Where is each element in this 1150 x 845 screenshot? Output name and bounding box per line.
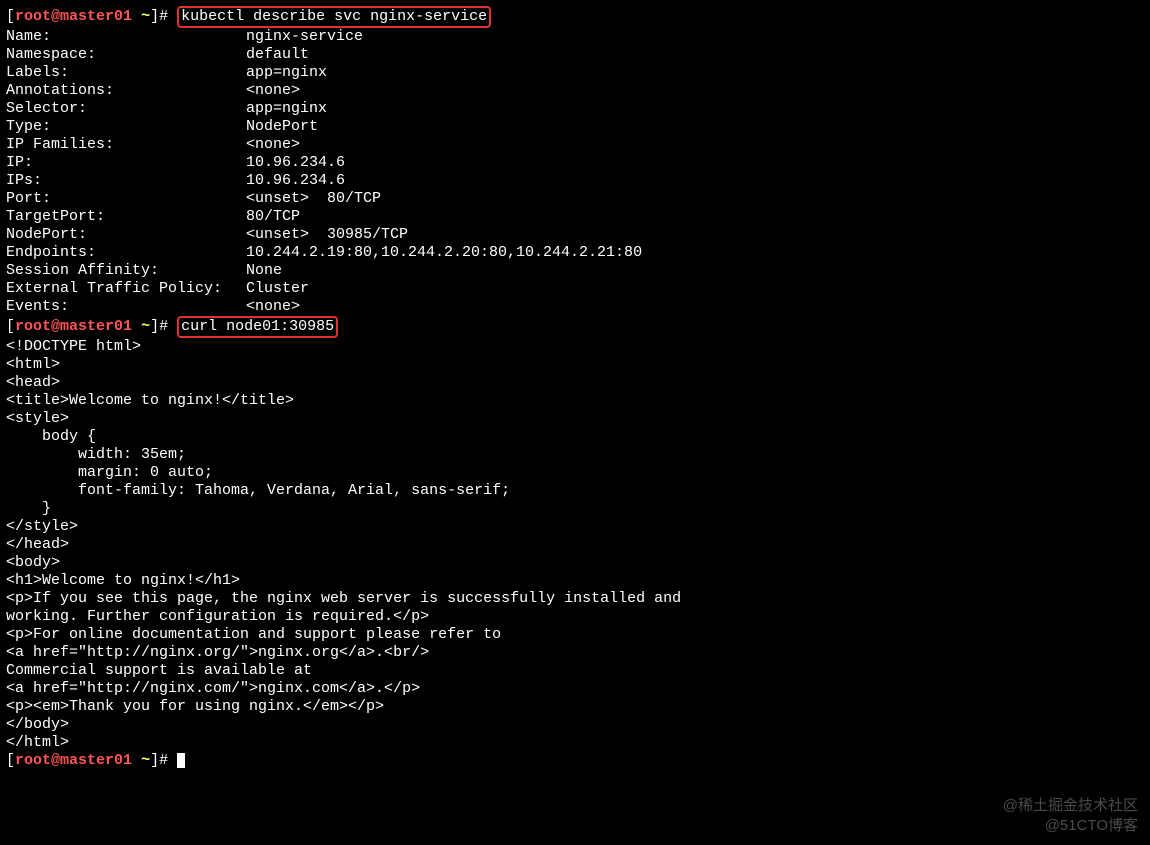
watermark: @稀土掘金技术社区 @51CTO博客 [1003,796,1138,835]
svc-row: Events:<none> [6,298,1144,316]
output-line: body { [6,428,1144,446]
prompt-line-1[interactable]: [root@master01 ~]# kubectl describe svc … [6,6,1144,28]
command-2: curl node01:30985 [181,318,334,335]
output-line: } [6,500,1144,518]
output-line: <html> [6,356,1144,374]
output-line: <p>If you see this page, the nginx web s… [6,590,1144,608]
svc-row: NodePort:<unset> 30985/TCP [6,226,1144,244]
output-line: </head> [6,536,1144,554]
prompt-path: ~ [141,752,150,769]
output-line: font-family: Tahoma, Verdana, Arial, san… [6,482,1144,500]
output-line: <style> [6,410,1144,428]
output-line: working. Further configuration is requir… [6,608,1144,626]
svc-row: Name:nginx-service [6,28,1144,46]
output-line: margin: 0 auto; [6,464,1144,482]
prompt-path: ~ [141,8,150,25]
output-line: </html> [6,734,1144,752]
svc-row: IP Families:<none> [6,136,1144,154]
prompt-user: root@master01 [15,318,132,335]
prompt-user: root@master01 [15,8,132,25]
output-line: width: 35em; [6,446,1144,464]
svc-row: TargetPort:80/TCP [6,208,1144,226]
cursor-icon [177,753,185,768]
prompt-line-2[interactable]: [root@master01 ~]# curl node01:30985 [6,316,1144,338]
output-line: <head> [6,374,1144,392]
output-line: <title>Welcome to nginx!</title> [6,392,1144,410]
output-line: <body> [6,554,1144,572]
prompt-user: root@master01 [15,752,132,769]
output-line: </style> [6,518,1144,536]
output-line: <h1>Welcome to nginx!</h1> [6,572,1144,590]
prompt-path: ~ [141,318,150,335]
svc-row: Type:NodePort [6,118,1144,136]
highlight-cmd-1: kubectl describe svc nginx-service [177,6,491,28]
output-line: <p>For online documentation and support … [6,626,1144,644]
svc-row: IPs:10.96.234.6 [6,172,1144,190]
svc-row: Endpoints:10.244.2.19:80,10.244.2.20:80,… [6,244,1144,262]
svc-row: Labels:app=nginx [6,64,1144,82]
svc-row: Namespace:default [6,46,1144,64]
prompt-line-3[interactable]: [root@master01 ~]# [6,752,1144,770]
output-line: </body> [6,716,1144,734]
svc-row: IP:10.96.234.6 [6,154,1144,172]
svc-row: Selector:app=nginx [6,100,1144,118]
output-line: <a href="http://nginx.org/">nginx.org</a… [6,644,1144,662]
output-line: <p><em>Thank you for using nginx.</em></… [6,698,1144,716]
svc-row: Port:<unset> 80/TCP [6,190,1144,208]
watermark-line: @稀土掘金技术社区 [1003,796,1138,816]
watermark-line: @51CTO博客 [1003,816,1138,836]
output-line: <!DOCTYPE html> [6,338,1144,356]
output-line: Commercial support is available at [6,662,1144,680]
command-1: kubectl describe svc nginx-service [181,8,487,25]
svc-row: External Traffic Policy:Cluster [6,280,1144,298]
svc-row: Session Affinity:None [6,262,1144,280]
svc-row: Annotations:<none> [6,82,1144,100]
highlight-cmd-2: curl node01:30985 [177,316,338,338]
output-line: <a href="http://nginx.com/">nginx.com</a… [6,680,1144,698]
